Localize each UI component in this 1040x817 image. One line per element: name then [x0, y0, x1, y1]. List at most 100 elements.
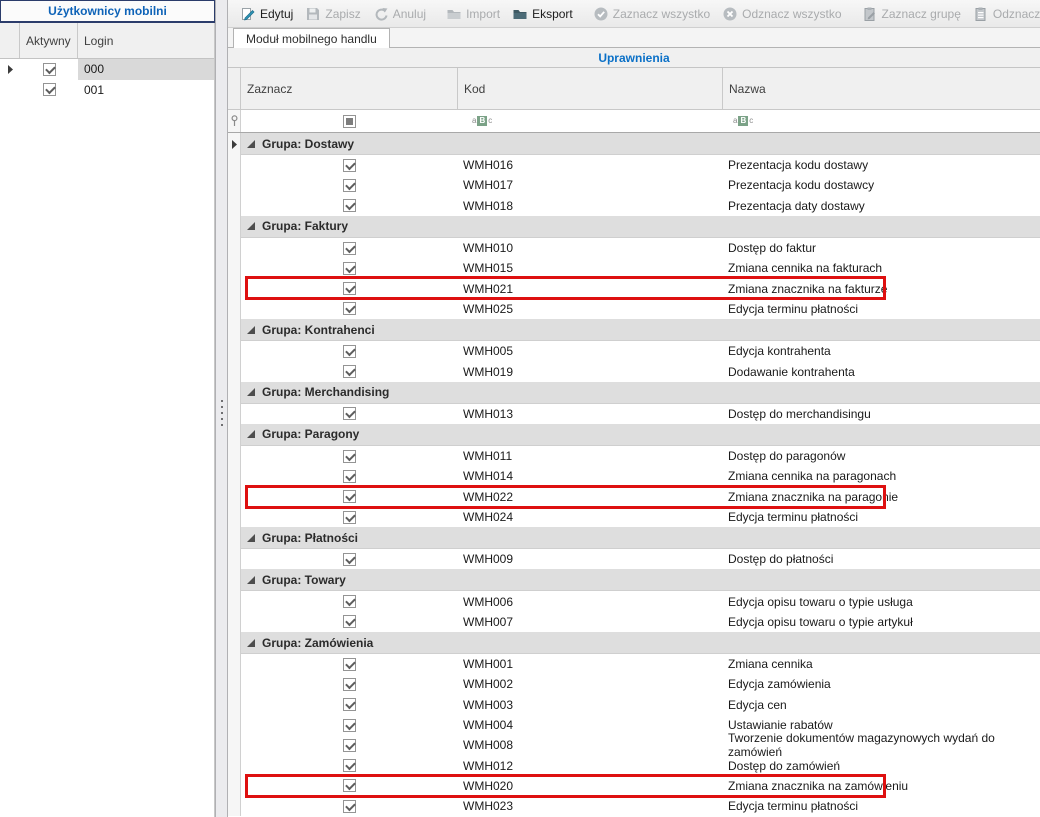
zaznacz-cell[interactable] — [241, 756, 458, 776]
permission-row[interactable]: WMH021Zmiana znacznika na fakturze — [228, 278, 1040, 298]
zaznacz-checkbox[interactable] — [343, 759, 356, 772]
permission-row[interactable]: WMH023Edycja terminu płatności — [228, 796, 1040, 816]
permission-row[interactable]: WMH016Prezentacja kodu dostawy — [228, 155, 1040, 175]
group-header-bar[interactable]: Grupa: Paragony — [241, 424, 1040, 446]
toolbar-button-eksport[interactable]: Eksport — [506, 3, 579, 25]
zaznacz-cell[interactable] — [241, 674, 458, 694]
zaznacz-cell[interactable] — [241, 591, 458, 611]
zaznacz-cell[interactable] — [241, 258, 458, 278]
zaznacz-checkbox[interactable] — [343, 302, 356, 315]
toolbar-button-import[interactable]: Import — [440, 3, 506, 25]
group-header-bar[interactable]: Grupa: Towary — [241, 569, 1040, 591]
permission-row[interactable]: WMH008Tworzenie dokumentów magazynowych … — [228, 735, 1040, 755]
zaznacz-cell[interactable] — [241, 446, 458, 466]
group-header-bar[interactable]: Grupa: Płatności — [241, 527, 1040, 549]
zaznacz-cell[interactable] — [241, 715, 458, 735]
zaznacz-cell[interactable] — [241, 612, 458, 632]
filter-checkbox[interactable] — [343, 115, 356, 128]
collapse-group-icon[interactable] — [247, 534, 255, 542]
zaznacz-cell[interactable] — [241, 175, 458, 195]
zaznacz-cell[interactable] — [241, 549, 458, 569]
zaznacz-checkbox[interactable] — [343, 719, 356, 732]
zaznacz-cell[interactable] — [241, 361, 458, 381]
zaznacz-checkbox[interactable] — [343, 800, 356, 813]
filter-nazwa-cell[interactable]: aBc — [723, 110, 1040, 132]
toolbar-button-zaznacz-grup-[interactable]: Zaznacz grupę — [856, 3, 967, 25]
zaznacz-cell[interactable] — [241, 341, 458, 361]
toolbar-button-zaznacz-wszystko[interactable]: Zaznacz wszystko — [587, 3, 716, 25]
zaznacz-cell[interactable] — [241, 796, 458, 816]
permission-row[interactable]: WMH002Edycja zamówienia — [228, 674, 1040, 694]
group-row[interactable]: Grupa: Paragony — [228, 424, 1040, 446]
permission-row[interactable]: WMH018Prezentacja daty dostawy — [228, 196, 1040, 216]
collapse-group-icon[interactable] — [247, 639, 255, 647]
zaznacz-checkbox[interactable] — [343, 511, 356, 524]
filter-checkbox-cell[interactable] — [241, 110, 458, 132]
toolbar-button-odznacz-wszystko[interactable]: Odznacz wszystko — [716, 3, 847, 25]
login-cell[interactable]: 000 — [78, 59, 215, 80]
permission-row[interactable]: WMH020Zmiana znacznika na zamówieniu — [228, 776, 1040, 796]
zaznacz-cell[interactable] — [241, 196, 458, 216]
permission-row[interactable]: WMH001Zmiana cennika — [228, 654, 1040, 674]
zaznacz-cell[interactable] — [241, 238, 458, 258]
zaznacz-cell[interactable] — [241, 278, 458, 298]
permission-row[interactable]: WMH022Zmiana znacznika na paragonie — [228, 487, 1040, 507]
zaznacz-cell[interactable] — [241, 299, 458, 319]
group-header-bar[interactable]: Grupa: Merchandising — [241, 382, 1040, 404]
permission-row[interactable]: WMH025Edycja terminu płatności — [228, 299, 1040, 319]
filter-kod-cell[interactable]: aBc — [458, 110, 723, 132]
login-cell[interactable]: 001 — [78, 80, 215, 101]
permission-row[interactable]: WMH019Dodawanie kontrahenta — [228, 361, 1040, 381]
collapse-group-icon[interactable] — [247, 430, 255, 438]
zaznacz-checkbox[interactable] — [343, 595, 356, 608]
zaznacz-checkbox[interactable] — [343, 179, 356, 192]
zaznacz-checkbox[interactable] — [343, 159, 356, 172]
aktywny-cell[interactable] — [20, 59, 78, 80]
permission-row[interactable]: WMH003Edycja cen — [228, 695, 1040, 715]
zaznacz-cell[interactable] — [241, 735, 458, 755]
column-header-nazwa[interactable]: Nazwa — [723, 68, 1040, 109]
permission-row[interactable]: WMH012Dostęp do zamówień — [228, 756, 1040, 776]
users-column-login[interactable]: Login — [78, 23, 215, 58]
panel-splitter[interactable] — [215, 0, 228, 817]
group-header-bar[interactable]: Grupa: Zamówienia — [241, 632, 1040, 654]
zaznacz-cell[interactable] — [241, 466, 458, 486]
group-header-bar[interactable]: Grupa: Dostawy — [241, 133, 1040, 155]
group-row[interactable]: Grupa: Płatności — [228, 527, 1040, 549]
collapse-group-icon[interactable] — [247, 222, 255, 230]
permission-row[interactable]: WMH024Edycja terminu płatności — [228, 507, 1040, 527]
group-row[interactable]: Grupa: Merchandising — [228, 382, 1040, 404]
zaznacz-checkbox[interactable] — [343, 199, 356, 212]
group-row[interactable]: Grupa: Towary — [228, 569, 1040, 591]
group-row[interactable]: Grupa: Zamówienia — [228, 632, 1040, 654]
zaznacz-checkbox[interactable] — [343, 470, 356, 483]
zaznacz-cell[interactable] — [241, 776, 458, 796]
zaznacz-cell[interactable] — [241, 695, 458, 715]
group-row[interactable]: Grupa: Faktury — [228, 216, 1040, 238]
group-header-bar[interactable]: Grupa: Kontrahenci — [241, 319, 1040, 341]
permission-row[interactable]: WMH005Edycja kontrahenta — [228, 341, 1040, 361]
zaznacz-checkbox[interactable] — [343, 553, 356, 566]
zaznacz-checkbox[interactable] — [343, 450, 356, 463]
zaznacz-cell[interactable] — [241, 654, 458, 674]
group-row[interactable]: Grupa: Dostawy — [228, 133, 1040, 155]
zaznacz-checkbox[interactable] — [343, 678, 356, 691]
collapse-group-icon[interactable] — [247, 140, 255, 148]
column-header-zaznacz[interactable]: Zaznacz — [241, 68, 458, 109]
zaznacz-checkbox[interactable] — [343, 739, 356, 752]
user-row[interactable]: 001 — [0, 80, 215, 101]
zaznacz-cell[interactable] — [241, 155, 458, 175]
permission-row[interactable]: WMH010Dostęp do faktur — [228, 238, 1040, 258]
zaznacz-checkbox[interactable] — [343, 698, 356, 711]
zaznacz-checkbox[interactable] — [343, 779, 356, 792]
permission-row[interactable]: WMH006Edycja opisu towaru o typie usługa — [228, 591, 1040, 611]
collapse-group-icon[interactable] — [247, 576, 255, 584]
zaznacz-checkbox[interactable] — [343, 490, 356, 503]
zaznacz-checkbox[interactable] — [343, 345, 356, 358]
permission-row[interactable]: WMH013Dostęp do merchandisingu — [228, 404, 1040, 424]
toolbar-button-edytuj[interactable]: Edytuj — [234, 3, 299, 25]
zaznacz-checkbox[interactable] — [343, 262, 356, 275]
column-header-kod[interactable]: Kod — [458, 68, 723, 109]
toolbar-button-odznacz-grup-[interactable]: Odznacz grupę — [967, 3, 1040, 25]
zaznacz-checkbox[interactable] — [343, 282, 356, 295]
